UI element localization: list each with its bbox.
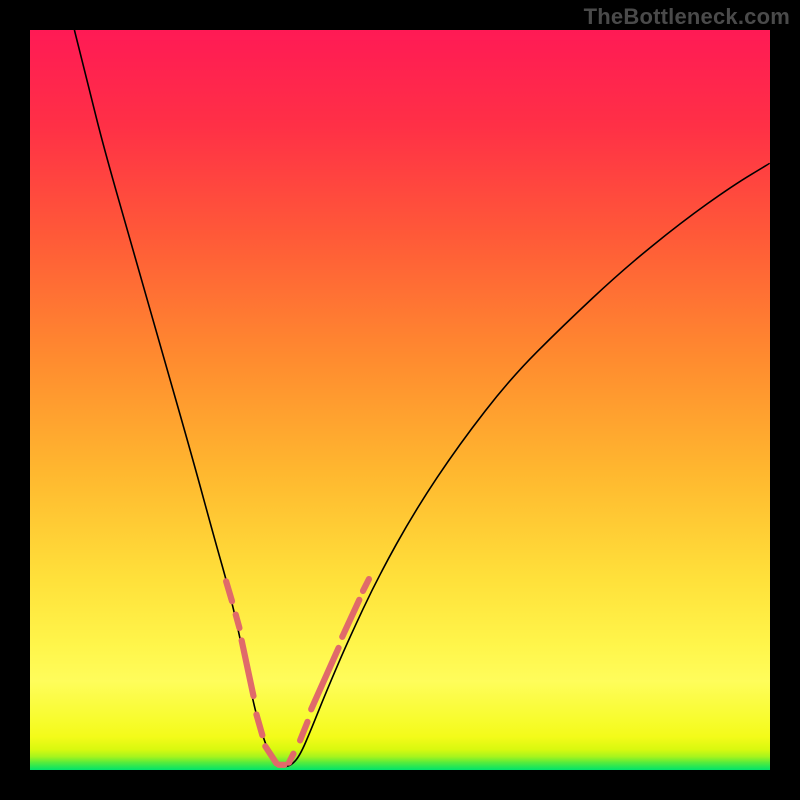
highlight-dash (236, 615, 240, 628)
watermark-label: TheBottleneck.com (584, 4, 790, 30)
plot-background (30, 30, 770, 770)
bottleneck-chart (30, 30, 770, 770)
chart-frame: TheBottleneck.com (0, 0, 800, 800)
highlight-dash (289, 754, 293, 763)
